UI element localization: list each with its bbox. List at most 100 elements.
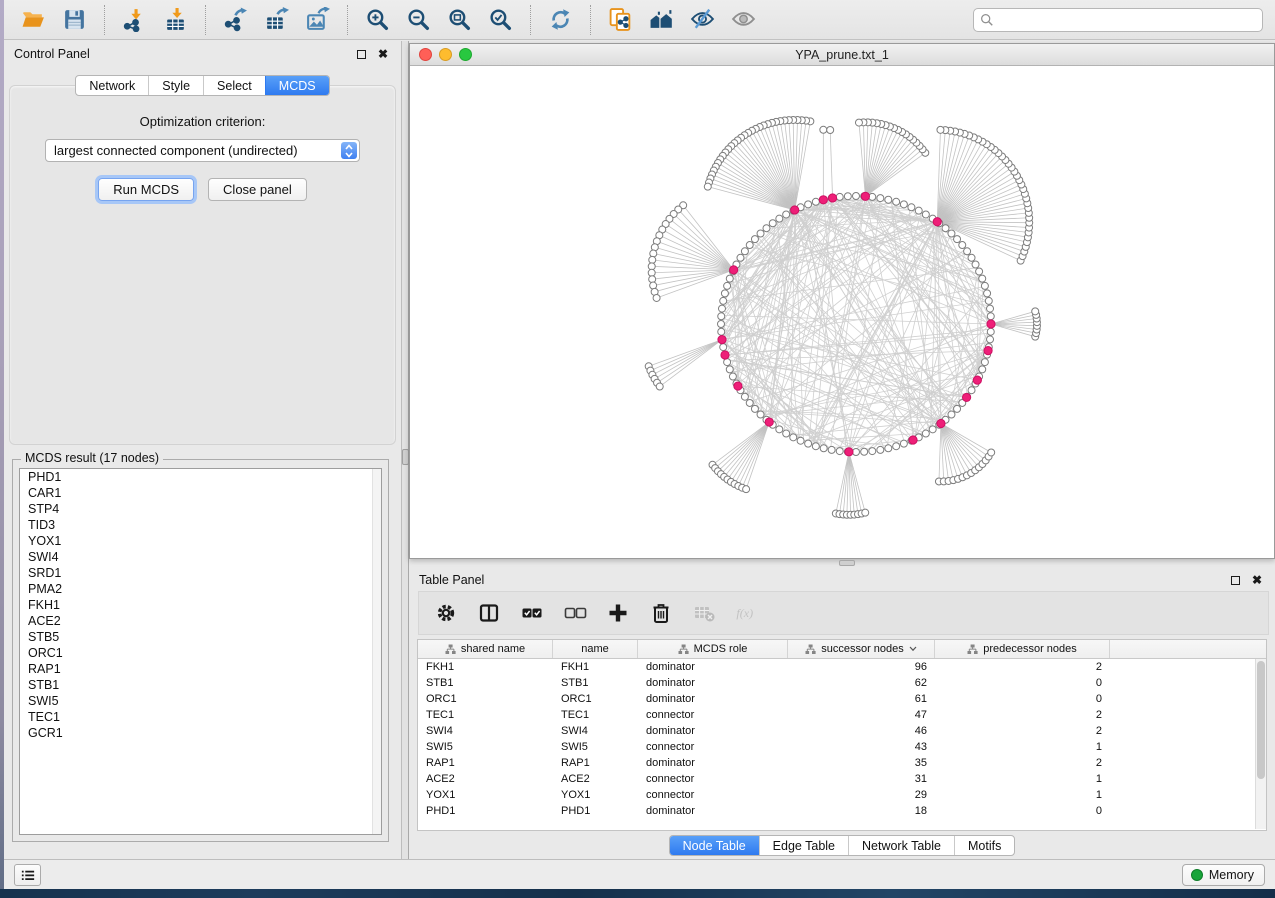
table-row[interactable]: YOX1YOX1connector291 xyxy=(418,787,1266,803)
control-panel-header: Control Panel ✖ xyxy=(4,41,401,67)
memory-button[interactable]: Memory xyxy=(1182,864,1265,886)
column-header-successor-nodes[interactable]: successor nodes xyxy=(788,640,935,658)
split-columns-icon[interactable] xyxy=(476,600,502,626)
run-mcds-button[interactable]: Run MCDS xyxy=(98,178,194,201)
table-cell: 2 xyxy=(935,707,1110,723)
table-cell: 62 xyxy=(788,675,935,691)
import-table-icon[interactable] xyxy=(162,6,189,33)
first-neighbors-icon[interactable] xyxy=(648,6,675,33)
table-row[interactable]: ACE2ACE2connector311 xyxy=(418,771,1266,787)
mcds-result-item[interactable]: PMA2 xyxy=(20,581,381,597)
save-icon[interactable] xyxy=(61,6,88,33)
table-cell: ACE2 xyxy=(418,771,553,787)
column-header-shared-name[interactable]: shared name xyxy=(418,640,553,658)
tab-network-table[interactable]: Network Table xyxy=(848,836,954,855)
table-scrollbar[interactable] xyxy=(1255,659,1266,829)
mcds-result-item[interactable]: STP4 xyxy=(20,501,381,517)
scrollbar-thumb[interactable] xyxy=(1257,661,1265,779)
delete-row-icon[interactable] xyxy=(648,600,674,626)
table-cell: FKH1 xyxy=(418,659,553,675)
table-panel-close-button[interactable]: ✖ xyxy=(1249,572,1265,588)
table-cell: 1 xyxy=(935,771,1110,787)
zoom-out-icon[interactable] xyxy=(405,6,432,33)
network-window-titlebar[interactable]: YPA_prune.txt_1 xyxy=(410,44,1274,66)
tab-network[interactable]: Network xyxy=(76,76,148,95)
mcds-result-item[interactable]: SWI4 xyxy=(20,549,381,565)
mcds-result-item[interactable]: STB1 xyxy=(20,677,381,693)
table-cell: SWI4 xyxy=(553,723,638,739)
tab-motifs[interactable]: Motifs xyxy=(954,836,1014,855)
node-table: shared namenameMCDS rolesuccessor nodesp… xyxy=(417,639,1267,831)
mcds-result-item[interactable]: GCR1 xyxy=(20,725,381,741)
clone-network-icon[interactable] xyxy=(607,6,634,33)
add-row-icon[interactable] xyxy=(605,600,631,626)
mcds-result-item[interactable]: CAR1 xyxy=(20,485,381,501)
mcds-result-item[interactable]: ORC1 xyxy=(20,645,381,661)
hide-selected-icon[interactable] xyxy=(689,6,716,33)
mcds-result-item[interactable]: YOX1 xyxy=(20,533,381,549)
settings-icon[interactable] xyxy=(433,600,459,626)
vertical-splitter[interactable] xyxy=(401,41,409,859)
network-view-window: YPA_prune.txt_1 xyxy=(409,43,1275,559)
close-panel-button[interactable]: Close panel xyxy=(208,178,307,201)
table-cell: dominator xyxy=(638,723,788,739)
zoom-fit-icon[interactable] xyxy=(446,6,473,33)
table-row[interactable]: ORC1ORC1dominator610 xyxy=(418,691,1266,707)
network-canvas[interactable] xyxy=(410,66,1274,558)
mcds-result-item[interactable]: SRD1 xyxy=(20,565,381,581)
control-panel-close-button[interactable]: ✖ xyxy=(375,46,391,62)
table-cell: FKH1 xyxy=(553,659,638,675)
export-network-icon[interactable] xyxy=(222,6,249,33)
table-row[interactable]: RAP1RAP1dominator352 xyxy=(418,755,1266,771)
tab-select[interactable]: Select xyxy=(203,76,265,95)
mcds-list-scrollbar[interactable] xyxy=(372,469,381,834)
column-header-predecessor-nodes[interactable]: predecessor nodes xyxy=(935,640,1110,658)
table-body: FKH1FKH1dominator962STB1STB1dominator620… xyxy=(418,659,1266,819)
mcds-result-item[interactable]: PHD1 xyxy=(20,469,381,485)
mcds-result-item[interactable]: FKH1 xyxy=(20,597,381,613)
export-table-icon[interactable] xyxy=(263,6,290,33)
table-cell: PHD1 xyxy=(418,803,553,819)
control-panel-tabs: NetworkStyleSelectMCDS xyxy=(75,75,329,96)
import-network-icon[interactable] xyxy=(121,6,148,33)
table-row[interactable]: STB1STB1dominator620 xyxy=(418,675,1266,691)
zoom-in-icon[interactable] xyxy=(364,6,391,33)
tab-style[interactable]: Style xyxy=(148,76,203,95)
table-row[interactable]: SWI5SWI5connector431 xyxy=(418,739,1266,755)
deselect-all-icon[interactable] xyxy=(562,600,588,626)
global-search-input[interactable] xyxy=(999,13,1256,27)
mcds-result-item[interactable]: ACE2 xyxy=(20,613,381,629)
memory-status-icon xyxy=(1191,869,1203,881)
table-row[interactable]: TEC1TEC1connector472 xyxy=(418,707,1266,723)
tab-node-table[interactable]: Node Table xyxy=(670,836,759,855)
global-search[interactable] xyxy=(973,8,1263,32)
column-header-MCDS-role[interactable]: MCDS role xyxy=(638,640,788,658)
mcds-result-item[interactable]: TID3 xyxy=(20,517,381,533)
table-cell: TEC1 xyxy=(553,707,638,723)
mcds-result-item[interactable]: SWI5 xyxy=(20,693,381,709)
table-panel-float-button[interactable] xyxy=(1227,572,1243,588)
mcds-result-item[interactable]: RAP1 xyxy=(20,661,381,677)
table-row[interactable]: PHD1PHD1dominator180 xyxy=(418,803,1266,819)
select-all-icon[interactable] xyxy=(519,600,545,626)
table-row[interactable]: SWI4SWI4dominator462 xyxy=(418,723,1266,739)
mcds-result-item[interactable]: TEC1 xyxy=(20,709,381,725)
refresh-icon[interactable] xyxy=(547,6,574,33)
mcds-result-item[interactable]: STB5 xyxy=(20,629,381,645)
criterion-dropdown[interactable]: largest connected component (undirected) xyxy=(45,139,360,162)
main-toolbar xyxy=(4,0,1275,40)
tab-edge-table[interactable]: Edge Table xyxy=(759,836,848,855)
show-all-icon[interactable] xyxy=(730,6,757,33)
column-header-name[interactable]: name xyxy=(553,640,638,658)
mcds-result-list[interactable]: PHD1CAR1STP4TID3YOX1SWI4SRD1PMA2FKH1ACE2… xyxy=(19,468,382,835)
table-cell: 35 xyxy=(788,755,935,771)
zoom-selected-icon[interactable] xyxy=(487,6,514,33)
control-panel-float-button[interactable] xyxy=(353,46,369,62)
horizontal-splitter[interactable] xyxy=(409,559,1275,567)
table-cell: dominator xyxy=(638,659,788,675)
open-folder-icon[interactable] xyxy=(20,6,47,33)
export-image-icon[interactable] xyxy=(304,6,331,33)
tab-mcds[interactable]: MCDS xyxy=(265,76,329,95)
task-history-button[interactable] xyxy=(14,864,41,886)
table-row[interactable]: FKH1FKH1dominator962 xyxy=(418,659,1266,675)
